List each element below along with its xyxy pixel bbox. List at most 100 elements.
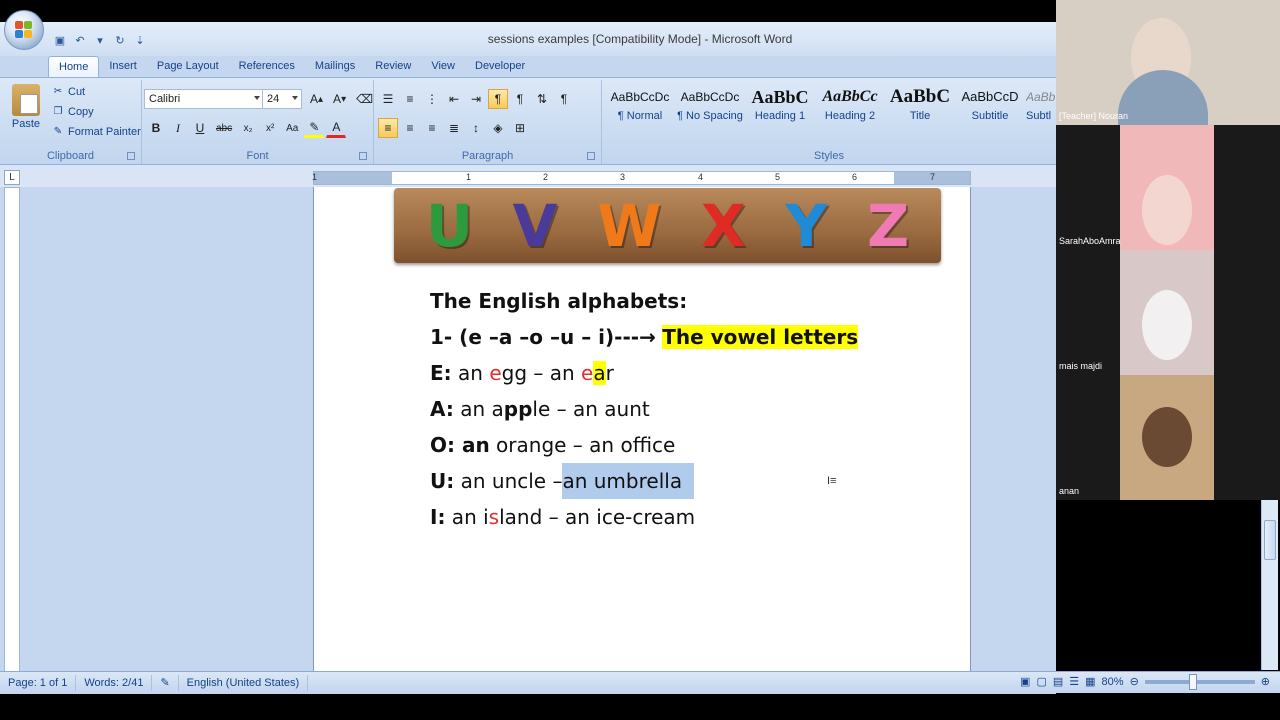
customize-qat-icon[interactable]: ⇣ [132, 33, 148, 47]
style-no-spacing[interactable]: AaBbCcDc ¶ No Spacing [676, 84, 744, 138]
office-button[interactable] [4, 10, 44, 50]
show-marks-icon[interactable]: ¶ [554, 89, 574, 109]
tab-mailings[interactable]: Mailings [305, 56, 365, 78]
tab-insert[interactable]: Insert [99, 56, 147, 78]
shrink-font-icon[interactable]: A ▾ [329, 89, 350, 109]
ruler-number: 1 [466, 172, 472, 182]
video-tile-mais[interactable]: mais majdi [1056, 250, 1280, 375]
cut-button[interactable]: ✂ Cut [52, 86, 85, 98]
bold-icon[interactable]: B [146, 118, 166, 138]
shading-icon[interactable]: ◈ [488, 118, 508, 138]
banner-letter: V [512, 191, 558, 260]
change-case-icon[interactable]: Aa [282, 118, 302, 138]
decrease-indent-icon[interactable]: ⇤ [444, 89, 464, 109]
zoom-slider[interactable] [1144, 673, 1255, 690]
scroll-thumb[interactable] [1264, 520, 1276, 560]
font-name-value: Calibri [149, 93, 181, 105]
video-tile-anan[interactable]: anan [1056, 375, 1280, 500]
style-sample: AaBbCcD [961, 89, 1019, 104]
clipboard-launcher-icon[interactable] [127, 152, 135, 160]
web-layout-icon[interactable]: ▤ [1053, 675, 1063, 688]
vowel-list-text: 1- (e –a –o –u – i)--- [430, 325, 640, 349]
align-center-icon[interactable]: ≡ [400, 118, 420, 138]
ribbon-tabs: Home Insert Page Layout References Maili… [48, 56, 535, 78]
multilevel-list-icon[interactable]: ⋮ [422, 89, 442, 109]
grow-font-icon[interactable]: A ▴ [306, 89, 327, 109]
numbering-icon[interactable]: ≡ [400, 89, 420, 109]
font-launcher-icon[interactable] [359, 152, 367, 160]
align-right-icon[interactable]: ≡ [422, 118, 442, 138]
proofing-icon[interactable]: ✎ [152, 674, 179, 691]
video-tile-teacher[interactable]: [Teacher] Nouran [1056, 0, 1280, 130]
chevron-down-icon [254, 96, 260, 100]
style-heading-1[interactable]: AaBbC Heading 1 [746, 84, 814, 138]
font-name-combo[interactable]: Calibri [144, 89, 264, 109]
zoom-level[interactable]: 80% [1102, 676, 1124, 688]
copy-button[interactable]: ❐ Copy [52, 106, 94, 118]
outline-icon[interactable]: ☰ [1069, 675, 1079, 688]
undo-dropdown-icon[interactable]: ▾ [92, 33, 108, 47]
style-normal[interactable]: AaBbCcDc ¶ Normal [606, 84, 674, 138]
selected-text[interactable]: an umbrella [562, 463, 695, 499]
rtl-icon[interactable]: ¶ [510, 89, 530, 109]
increase-indent-icon[interactable]: ⇥ [466, 89, 486, 109]
superscript-icon[interactable]: x² [260, 118, 280, 138]
style-heading-2[interactable]: AaBbCc Heading 2 [816, 84, 884, 138]
justify-icon[interactable]: ≣ [444, 118, 464, 138]
tab-page-layout[interactable]: Page Layout [147, 56, 229, 78]
video-tile-sarah[interactable]: SarahAboAmra [1056, 125, 1280, 250]
print-layout-icon[interactable]: ▣ [1020, 675, 1030, 688]
horizontal-ruler[interactable]: 1 1 2 3 4 5 6 7 [312, 171, 971, 185]
zoom-in-icon[interactable]: ⊕ [1261, 675, 1270, 688]
bullets-icon[interactable]: ☰ [378, 89, 398, 109]
participant-face [1142, 175, 1192, 245]
tab-home[interactable]: Home [48, 56, 100, 78]
format-painter-button[interactable]: ✎ Format Painter [52, 126, 141, 138]
participant-face [1142, 407, 1192, 467]
ltr-icon[interactable]: ¶ [488, 89, 508, 109]
full-screen-icon[interactable]: ▢ [1036, 675, 1046, 688]
document-body[interactable]: The English alphabets: 1- (e –a –o –u – … [430, 283, 859, 535]
participant-name: [Teacher] Nouran [1059, 111, 1129, 121]
vertical-ruler[interactable] [4, 187, 20, 692]
zoom-out-icon[interactable]: ⊖ [1130, 675, 1139, 688]
ruler-number: 6 [852, 172, 858, 182]
subscript-icon[interactable]: x₂ [238, 118, 258, 138]
document-page[interactable]: U V W X Y Z The English alphabets: 1- (e… [313, 187, 971, 692]
strikethrough-icon[interactable]: abc [212, 118, 236, 138]
title-bar: ▣ ↶ ▾ ↻ ⇣ [0, 22, 1056, 56]
word-count[interactable]: Words: 2/41 [76, 674, 153, 691]
draft-icon[interactable]: ▦ [1085, 675, 1095, 688]
line-label: O: [430, 433, 455, 457]
tab-references[interactable]: References [229, 56, 305, 78]
tab-developer[interactable]: Developer [465, 56, 535, 78]
ruler-number: 7 [930, 172, 936, 182]
style-name: Subtl [1026, 110, 1052, 122]
undo-icon[interactable]: ↶ [72, 33, 88, 47]
style-subtitle[interactable]: AaBbCcD Subtitle [956, 84, 1024, 138]
save-icon[interactable]: ▣ [52, 33, 68, 47]
office-logo-icon [15, 21, 33, 39]
italic-icon[interactable]: I [168, 118, 188, 138]
highlight-icon[interactable]: ✎ [304, 118, 325, 138]
sort-icon[interactable]: ⇅ [532, 89, 552, 109]
borders-icon[interactable]: ⊞ [510, 118, 530, 138]
line-text: r [605, 361, 614, 385]
line-spacing-icon[interactable]: ↕ [466, 118, 486, 138]
font-size-combo[interactable]: 24 [262, 89, 302, 109]
tab-view[interactable]: View [421, 56, 465, 78]
zoom-slider-knob[interactable] [1188, 673, 1197, 690]
page-count[interactable]: Page: 1 of 1 [0, 674, 77, 691]
align-left-icon[interactable]: ≡ [378, 118, 398, 138]
paste-button[interactable]: Paste [8, 84, 44, 130]
language[interactable]: English (United States) [179, 674, 309, 691]
tab-selector-icon[interactable]: L [4, 170, 20, 185]
redo-icon[interactable]: ↻ [112, 33, 128, 47]
paragraph-launcher-icon[interactable] [587, 152, 595, 160]
style-subtle[interactable]: AaBb Subtl [1026, 84, 1056, 138]
tab-review[interactable]: Review [365, 56, 421, 78]
font-color-icon[interactable]: A [326, 118, 347, 138]
style-title[interactable]: AaBbC Title [886, 84, 954, 138]
underline-icon[interactable]: U [190, 118, 210, 138]
vowel-letters-highlight: The vowel letters [662, 325, 859, 349]
